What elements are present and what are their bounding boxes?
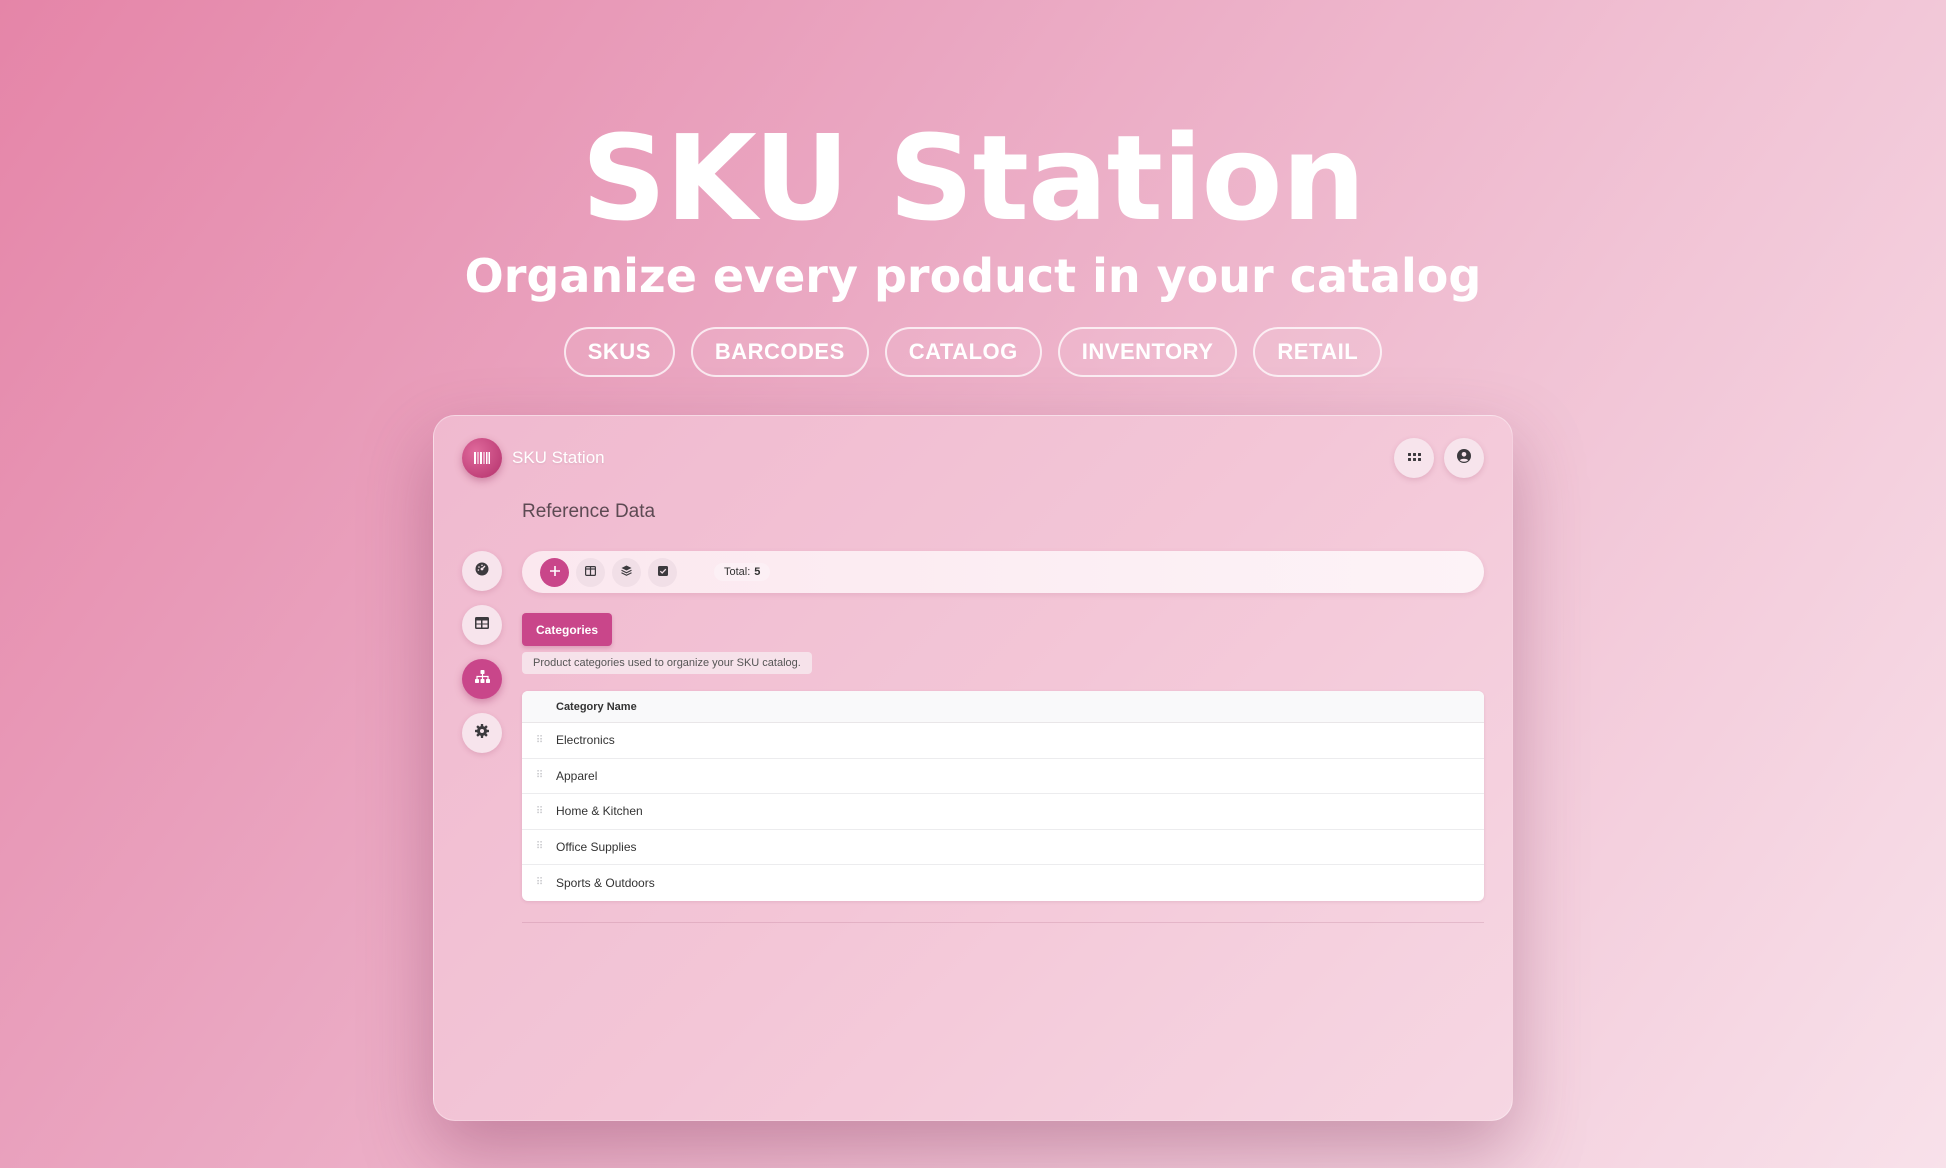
plus-icon <box>549 563 560 581</box>
total-badge: Total: 5 <box>714 563 771 581</box>
tag-catalog: CATALOG <box>884 327 1042 377</box>
gear-icon <box>475 723 489 743</box>
table-row[interactable]: ⠿ Sports & Outdoors <box>522 865 1484 901</box>
total-label: Total: <box>724 566 751 578</box>
user-menu-button[interactable] <box>1444 438 1484 478</box>
drag-handle-icon[interactable]: ⠿ <box>522 735 556 746</box>
hierarchy-icon <box>474 670 490 688</box>
brand[interactable]: SKU Station <box>462 438 605 478</box>
layers-button[interactable] <box>612 557 641 587</box>
category-name-cell: Office Supplies <box>556 839 637 854</box>
add-button[interactable] <box>540 557 569 587</box>
nav-table[interactable] <box>462 605 502 645</box>
select-button[interactable] <box>648 557 677 587</box>
column-header-category-name[interactable]: Category Name <box>556 701 637 713</box>
drag-handle-icon[interactable]: ⠿ <box>522 841 556 852</box>
tag-skus: SKUS <box>563 327 675 377</box>
hero-title: SKU Station <box>581 109 1365 247</box>
side-nav <box>462 551 502 753</box>
tag-barcodes: BARCODES <box>690 327 869 377</box>
columns-button[interactable] <box>576 557 605 587</box>
top-actions <box>1394 438 1484 478</box>
category-name-cell: Electronics <box>556 733 615 748</box>
table-row[interactable]: ⠿ Electronics <box>522 723 1484 759</box>
table-row[interactable]: ⠿ Home & Kitchen <box>522 794 1484 830</box>
nav-settings[interactable] <box>462 713 502 753</box>
tab-description: Product categories used to organize your… <box>522 652 812 674</box>
category-name-cell: Sports & Outdoors <box>556 875 655 890</box>
apps-grid-icon <box>1407 449 1421 467</box>
drag-handle-icon[interactable]: ⠿ <box>522 806 556 817</box>
columns-icon <box>585 563 597 581</box>
categories-table: Category Name ⠿ Electronics ⠿ Apparel ⠿ … <box>522 691 1484 901</box>
apps-button[interactable] <box>1394 438 1434 478</box>
user-circle-icon <box>1457 448 1471 468</box>
total-value: 5 <box>754 566 761 578</box>
toolbar: Total: 5 <box>522 551 1484 593</box>
table-row[interactable]: ⠿ Apparel <box>522 759 1484 794</box>
app-window: SKU Station Reference Data Total: 5 Cate… <box>433 415 1513 1121</box>
page-title: Reference Data <box>522 501 656 522</box>
table-row[interactable]: ⠿ Office Supplies <box>522 830 1484 865</box>
table-header: Category Name <box>522 691 1484 723</box>
section-divider <box>522 922 1484 923</box>
layers-icon <box>621 563 632 581</box>
hero-subtitle: Organize every product in your catalog <box>464 249 1482 303</box>
brand-name: SKU Station <box>512 448 605 467</box>
category-name-cell: Home & Kitchen <box>556 804 643 819</box>
tag-retail: RETAIL <box>1253 327 1383 377</box>
tag-list: SKUS BARCODES CATALOG INVENTORY RETAIL <box>0 327 1946 377</box>
category-name-cell: Apparel <box>556 768 598 783</box>
nav-reference-data[interactable] <box>462 659 502 699</box>
nav-dashboard[interactable] <box>462 551 502 591</box>
drag-handle-icon[interactable]: ⠿ <box>522 877 556 888</box>
checkbox-icon <box>657 563 668 581</box>
tag-inventory: INVENTORY <box>1057 327 1238 377</box>
dashboard-icon <box>475 562 489 581</box>
tab-categories[interactable]: Categories <box>522 613 613 646</box>
drag-handle-icon[interactable]: ⠿ <box>522 770 556 781</box>
table-icon <box>475 616 489 634</box>
barcode-icon <box>462 438 502 478</box>
